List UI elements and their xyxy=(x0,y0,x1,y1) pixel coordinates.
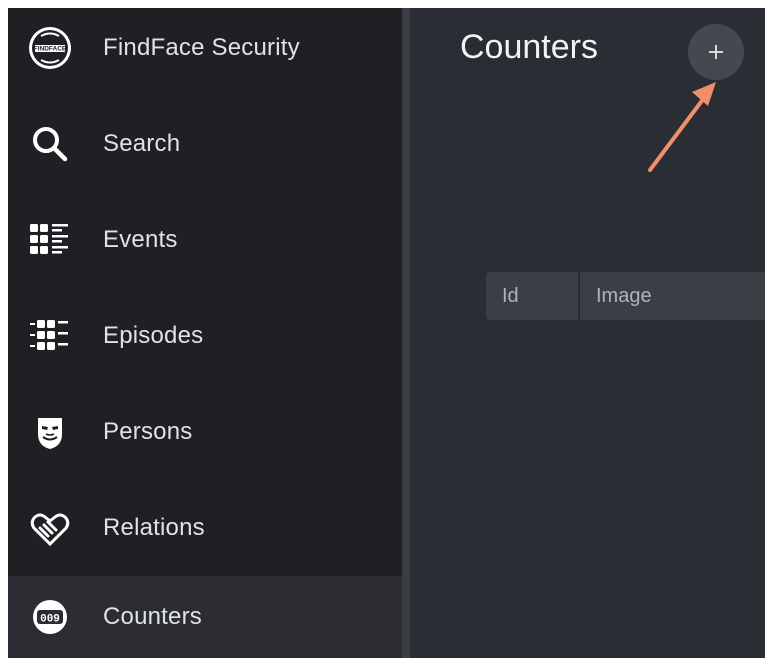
sidebar-brand[interactable]: FINDFACE FindFace Security xyxy=(8,8,402,88)
mask-icon xyxy=(26,408,74,456)
sidebar-item-episodes[interactable]: Episodes xyxy=(8,296,402,376)
column-header-id[interactable]: Id xyxy=(486,272,578,320)
sidebar-item-label: Relations xyxy=(103,514,205,541)
sidebar-item-label: Counters xyxy=(103,603,202,630)
sidebar: FINDFACE FindFace Security Search Events… xyxy=(8,8,402,658)
sidebar-item-events[interactable]: Events xyxy=(8,200,402,280)
annotation-arrow-icon xyxy=(648,82,716,172)
counter-icon: 009 xyxy=(26,593,74,641)
sidebar-item-relations[interactable]: Relations xyxy=(8,488,402,568)
sidebar-item-label: Episodes xyxy=(103,322,204,349)
brand-label: FindFace Security xyxy=(103,34,300,61)
sidebar-item-label: Search xyxy=(103,130,181,157)
search-icon xyxy=(26,120,74,168)
logo-text: FINDFACE xyxy=(34,46,67,53)
sidebar-item-label: Persons xyxy=(103,418,193,445)
counter-icon-text: 009 xyxy=(40,614,60,626)
sidebar-item-persons[interactable]: Persons xyxy=(8,392,402,472)
counters-table-header: Id Image xyxy=(486,272,765,320)
handshake-icon xyxy=(26,504,74,552)
main-content: Counters Id Image xyxy=(410,8,765,658)
episodes-grid-icon xyxy=(26,312,74,360)
sidebar-item-search[interactable]: Search xyxy=(8,104,402,184)
findface-logo-icon: FINDFACE xyxy=(26,24,74,72)
sidebar-item-counters[interactable]: 009 Counters xyxy=(8,576,402,658)
column-header-image[interactable]: Image xyxy=(580,272,765,320)
page-title: Counters xyxy=(460,28,598,66)
plus-icon xyxy=(709,45,723,59)
app-window: FINDFACE FindFace Security Search Events… xyxy=(8,8,765,658)
events-grid-icon xyxy=(26,216,74,264)
sidebar-item-label: Events xyxy=(103,226,178,253)
sidebar-divider[interactable] xyxy=(402,8,410,658)
